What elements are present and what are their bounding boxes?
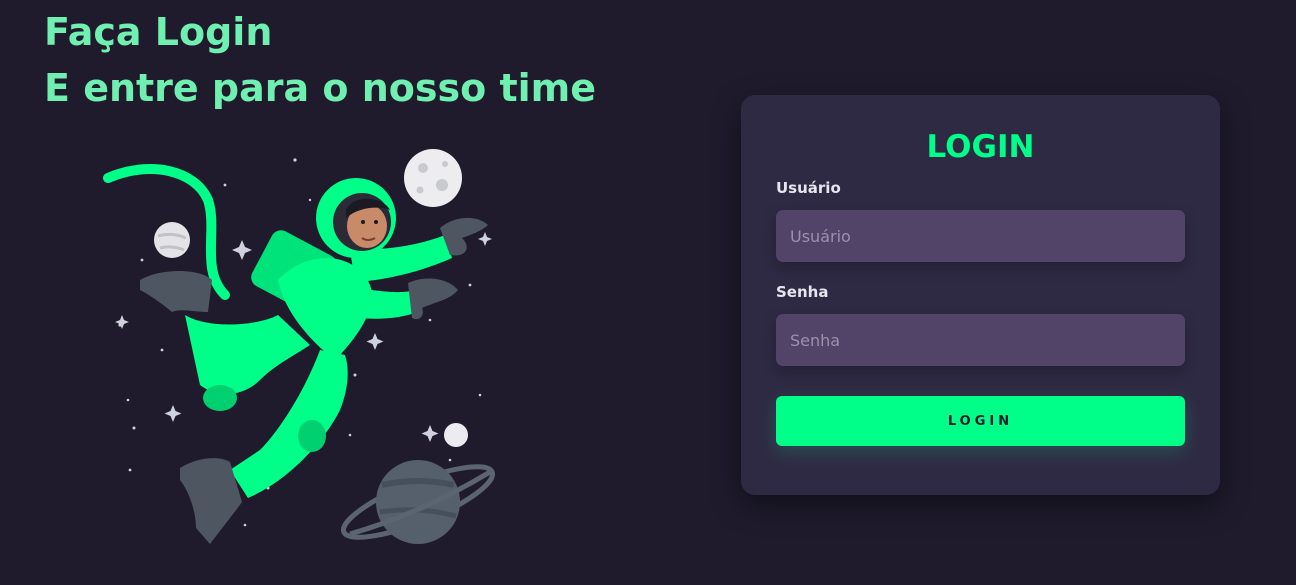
moon-icon	[404, 149, 462, 207]
headline-line-1: Faça Login	[44, 10, 273, 54]
username-label: Usuário	[776, 179, 841, 197]
username-input[interactable]	[776, 210, 1185, 262]
login-button[interactable]: LOGIN	[776, 396, 1185, 446]
login-card: LOGIN Usuário Senha LOGIN	[741, 95, 1220, 495]
password-input[interactable]	[776, 314, 1185, 366]
astronaut-illustration	[103, 149, 496, 544]
password-label: Senha	[776, 283, 829, 301]
page-headline: Faça Login E entre para o nosso time	[44, 4, 596, 116]
login-title: LOGIN	[926, 129, 1035, 165]
planet-icon	[340, 460, 496, 544]
login-page: Faça Login E entre para o nosso time LOG…	[0, 0, 1296, 585]
headline-line-2: E entre para o nosso time	[44, 66, 597, 110]
